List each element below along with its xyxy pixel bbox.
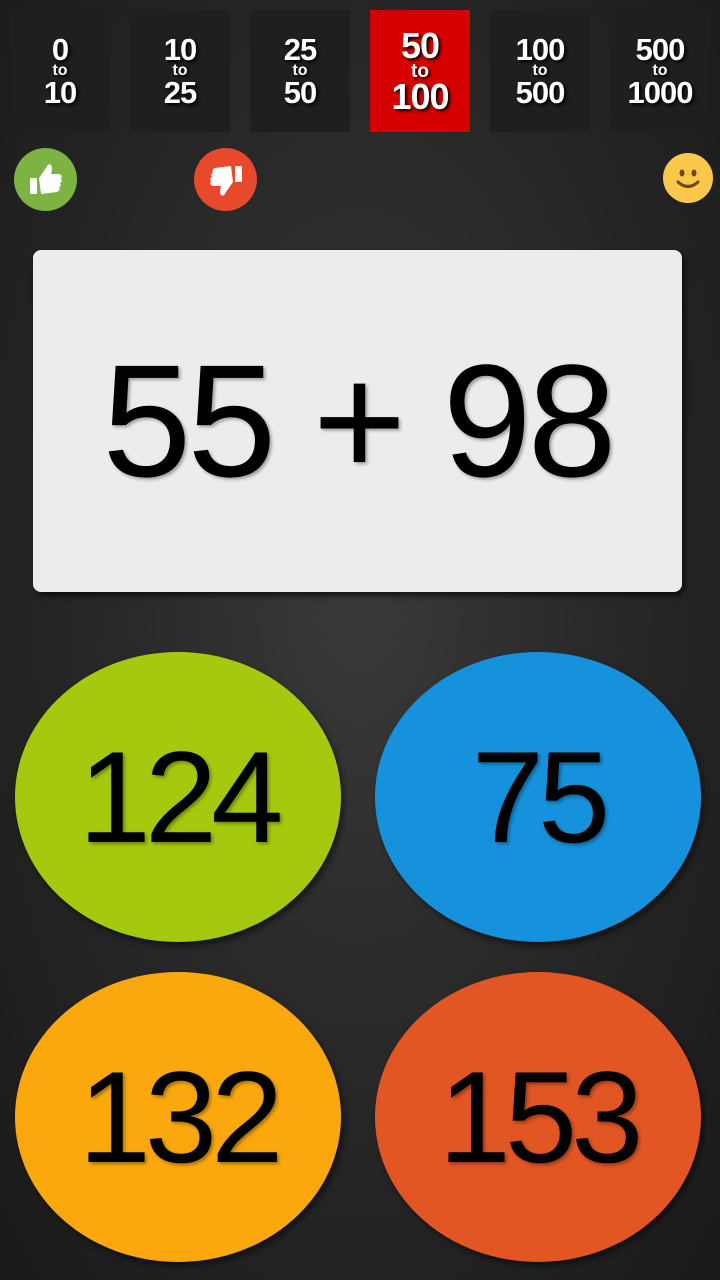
answer-value: 124: [78, 724, 284, 870]
answer-value: 132: [78, 1044, 284, 1190]
range-from: 0: [51, 32, 69, 67]
range-to: 10: [43, 75, 77, 110]
range-tab-25-50[interactable]: 25 to 50: [250, 10, 350, 132]
range-from: 500: [635, 32, 686, 67]
range-from: 100: [515, 32, 566, 67]
answer-button-2[interactable]: 75: [375, 652, 701, 942]
range-tab-100-500[interactable]: 100 to 500: [490, 10, 590, 132]
range-from: 10: [163, 32, 197, 67]
range-tab-0-10[interactable]: 0 to 10: [10, 10, 110, 132]
range-tab-500-1000[interactable]: 500 to 1000: [610, 10, 710, 132]
answer-button-1[interactable]: 124: [15, 652, 341, 942]
answer-button-4[interactable]: 153: [375, 972, 701, 1262]
range-from: 25: [283, 32, 317, 67]
smiley-icon: [663, 153, 713, 203]
question-card: 55 + 98: [33, 250, 682, 592]
range-to: 1000: [627, 75, 694, 110]
range-to: 100: [391, 75, 449, 117]
thumbs-down-icon: [194, 148, 257, 211]
range-tab-10-25[interactable]: 10 to 25: [130, 10, 230, 132]
question-text: 55 + 98: [102, 331, 616, 510]
range-to: 500: [515, 75, 566, 110]
thumbs-up-icon: [14, 148, 77, 211]
range-to: 50: [283, 75, 317, 110]
range-tab-50-100[interactable]: 50 to 100: [370, 10, 470, 132]
range-from: 50: [400, 24, 440, 66]
answer-button-3[interactable]: 132: [15, 972, 341, 1262]
answer-value: 75: [471, 724, 611, 870]
answer-value: 153: [438, 1044, 644, 1190]
range-to: 25: [163, 75, 197, 110]
